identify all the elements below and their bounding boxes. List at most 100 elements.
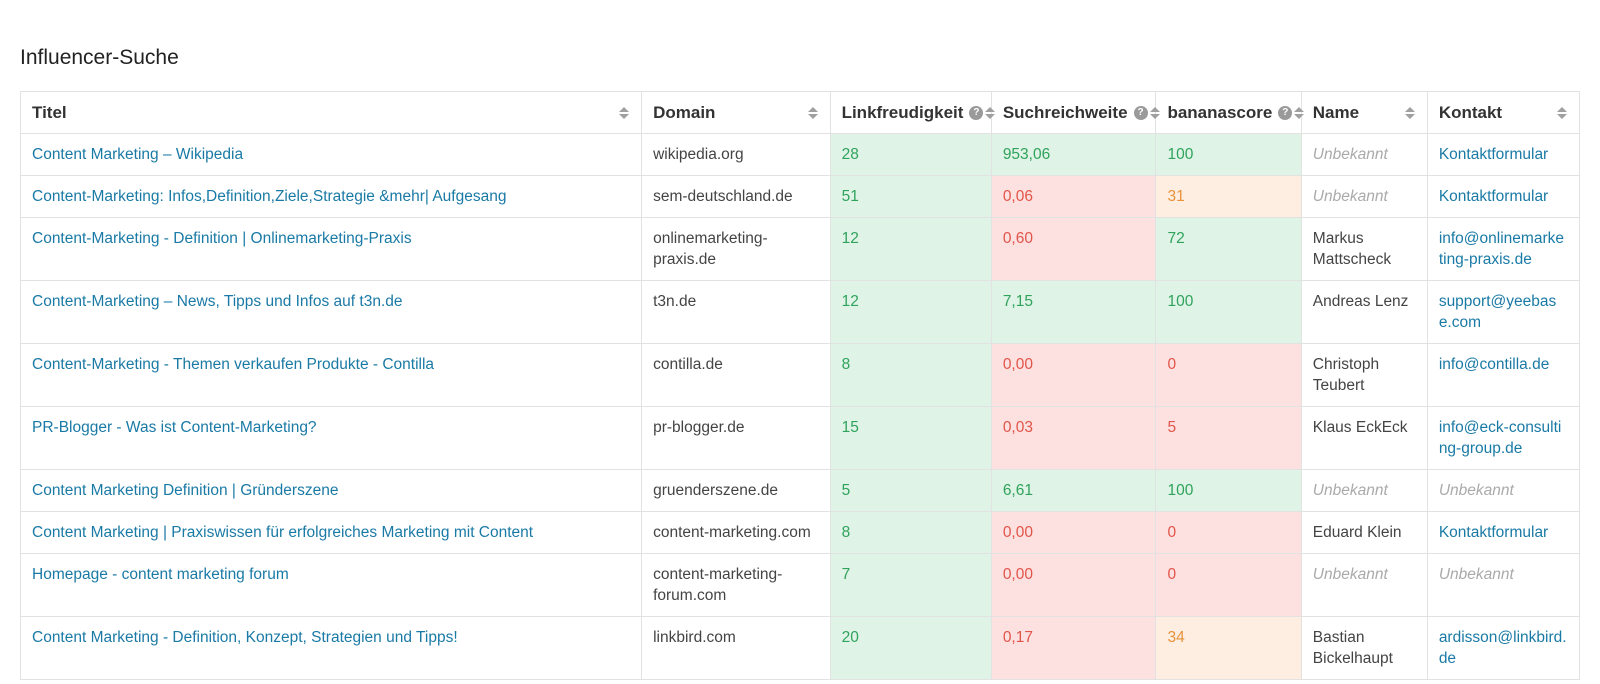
cell-name-text: Christoph Teubert bbox=[1312, 356, 1380, 394]
column-header-label: Kontakt bbox=[1438, 103, 1503, 122]
cell-linkfreudigkeit-text: 7 bbox=[841, 566, 851, 583]
header-row: Titel Domain Linkfreudigkeit? Suchreichw… bbox=[19, 91, 1581, 134]
cell-name-text: Bastian Bickelhaupt bbox=[1312, 629, 1393, 667]
cell-titel-link[interactable]: Content Marketing Definition | Gründersz… bbox=[32, 482, 338, 499]
column-header-label: Suchreichweite bbox=[1002, 103, 1128, 122]
cell-suchreichweite-text: 0,00 bbox=[1002, 566, 1033, 583]
cell-linkfreudigkeit: 51 bbox=[829, 175, 992, 218]
cell-domain: pr-blogger.de bbox=[641, 406, 831, 470]
cell-bananascore: 100 bbox=[1155, 469, 1302, 512]
cell-kontakt-link[interactable]: Kontaktformular bbox=[1439, 146, 1548, 163]
table-row: Content Marketing | Praxiswissen für erf… bbox=[19, 511, 1581, 554]
cell-linkfreudigkeit: 12 bbox=[829, 280, 992, 344]
cell-linkfreudigkeit-text: 51 bbox=[841, 188, 859, 205]
cell-suchreichweite: 0,03 bbox=[990, 406, 1157, 470]
cell-name: Klaus EckEck bbox=[1300, 406, 1428, 470]
cell-titel-link[interactable]: Homepage - content marketing forum bbox=[32, 566, 289, 583]
table-row: Content-Marketing - Themen verkaufen Pro… bbox=[19, 343, 1581, 407]
cell-domain-text: onlinemarketing-praxis.de bbox=[653, 230, 768, 268]
cell-name-text: Andreas Lenz bbox=[1312, 293, 1409, 310]
help-icon[interactable]: ? bbox=[1278, 105, 1293, 120]
cell-titel-link[interactable]: Content Marketing – Wikipedia bbox=[32, 146, 243, 163]
column-header-name[interactable]: Name bbox=[1300, 91, 1428, 134]
cell-linkfreudigkeit: 7 bbox=[829, 553, 992, 617]
cell-kontakt-link[interactable]: ardisson@linkbird.de bbox=[1439, 629, 1567, 667]
cell-bananascore: 34 bbox=[1155, 616, 1302, 680]
table-row: Content-Marketing - Definition | Onlinem… bbox=[19, 217, 1581, 281]
sort-icon[interactable] bbox=[1404, 106, 1416, 119]
cell-kontakt-link[interactable]: Kontaktformular bbox=[1439, 524, 1548, 541]
influencer-table-container: Titel Domain Linkfreudigkeit? Suchreichw… bbox=[19, 91, 1581, 680]
page-title: Influencer-Suche bbox=[20, 46, 179, 69]
column-header-linkfreudigkeit[interactable]: Linkfreudigkeit? bbox=[829, 91, 996, 134]
cell-name-text: Eduard Klein bbox=[1312, 524, 1402, 541]
cell-linkfreudigkeit-text: 15 bbox=[841, 419, 859, 436]
help-icon[interactable]: ? bbox=[969, 105, 984, 120]
cell-linkfreudigkeit: 12 bbox=[829, 217, 992, 281]
cell-titel-link[interactable]: Content Marketing - Definition, Konzept,… bbox=[32, 629, 458, 646]
cell-suchreichweite: 0,17 bbox=[990, 616, 1157, 680]
cell-kontakt-link[interactable]: info@eck-consulting-group.de bbox=[1439, 419, 1562, 457]
cell-kontakt: Kontaktformular bbox=[1426, 133, 1581, 176]
cell-suchreichweite-text: 0,00 bbox=[1002, 356, 1033, 373]
column-header-suchreichweite[interactable]: Suchreichweite? bbox=[990, 91, 1160, 134]
cell-bananascore-text: 34 bbox=[1167, 629, 1185, 646]
cell-linkfreudigkeit-text: 5 bbox=[841, 482, 851, 499]
cell-kontakt-link[interactable]: info@onlinemarketing-praxis.de bbox=[1439, 230, 1564, 268]
cell-titel: Content-Marketing - Definition | Onlinem… bbox=[19, 217, 643, 281]
cell-name-text: Unbekannt bbox=[1312, 146, 1388, 163]
table-row: PR-Blogger - Was ist Content-Marketing? p… bbox=[19, 406, 1581, 470]
column-header-label: Name bbox=[1312, 103, 1360, 122]
sort-icon[interactable] bbox=[618, 106, 630, 119]
cell-domain: wikipedia.org bbox=[641, 133, 831, 176]
table-row: Content-Marketing – News, Tipps und Info… bbox=[19, 280, 1581, 344]
cell-bananascore: 100 bbox=[1155, 280, 1302, 344]
cell-kontakt-link[interactable]: Kontaktformular bbox=[1439, 188, 1548, 205]
cell-kontakt-text: Unbekannt bbox=[1438, 566, 1514, 583]
cell-titel: Content Marketing | Praxiswissen für erf… bbox=[19, 511, 643, 554]
cell-bananascore-text: 5 bbox=[1167, 419, 1177, 436]
cell-domain: gruenderszene.de bbox=[641, 469, 831, 512]
sort-icon[interactable] bbox=[1556, 106, 1568, 119]
influencer-table: Titel Domain Linkfreudigkeit? Suchreichw… bbox=[19, 91, 1581, 680]
sort-icon[interactable] bbox=[807, 106, 819, 119]
cell-name-text: Unbekannt bbox=[1312, 482, 1388, 499]
column-header-titel[interactable]: Titel bbox=[19, 91, 643, 134]
cell-bananascore: 72 bbox=[1155, 217, 1302, 281]
cell-titel-link[interactable]: Content Marketing | Praxiswissen für erf… bbox=[32, 524, 533, 541]
cell-kontakt-link[interactable]: info@contilla.de bbox=[1439, 356, 1550, 373]
cell-bananascore-text: 31 bbox=[1167, 188, 1185, 205]
column-header-domain[interactable]: Domain bbox=[641, 91, 831, 134]
column-header-label: bananascore bbox=[1167, 103, 1273, 122]
cell-linkfreudigkeit: 20 bbox=[829, 616, 992, 680]
column-header-kontakt[interactable]: Kontakt bbox=[1426, 91, 1581, 134]
cell-titel-link[interactable]: Content-Marketing: Infos,Definition,Ziel… bbox=[32, 188, 506, 205]
column-header-bananascore[interactable]: bananascore? bbox=[1155, 91, 1305, 134]
cell-domain: contilla.de bbox=[641, 343, 831, 407]
cell-name: Unbekannt bbox=[1300, 133, 1428, 176]
cell-titel-link[interactable]: Content-Marketing – News, Tipps und Info… bbox=[32, 293, 403, 310]
cell-name: Unbekannt bbox=[1300, 175, 1428, 218]
cell-domain: content-marketing-forum.com bbox=[641, 553, 831, 617]
cell-linkfreudigkeit-text: 12 bbox=[841, 293, 859, 310]
cell-domain-text: linkbird.com bbox=[653, 629, 736, 646]
cell-bananascore: 0 bbox=[1155, 343, 1302, 407]
cell-titel-link[interactable]: PR-Blogger - Was ist Content-Marketing? bbox=[32, 419, 317, 436]
table-row: Content Marketing - Definition, Konzept,… bbox=[19, 616, 1581, 680]
cell-kontakt-link[interactable]: support@yeebase.com bbox=[1439, 293, 1556, 331]
cell-titel-link[interactable]: Content-Marketing - Definition | Onlinem… bbox=[32, 230, 412, 247]
cell-kontakt: support@yeebase.com bbox=[1426, 280, 1581, 344]
cell-suchreichweite: 7,15 bbox=[990, 280, 1157, 344]
cell-kontakt: info@eck-consulting-group.de bbox=[1426, 406, 1581, 470]
cell-suchreichweite-text: 0,06 bbox=[1002, 188, 1033, 205]
cell-titel: Homepage - content marketing forum bbox=[19, 553, 643, 617]
cell-name: Eduard Klein bbox=[1300, 511, 1428, 554]
cell-kontakt: info@onlinemarketing-praxis.de bbox=[1426, 217, 1581, 281]
help-icon[interactable]: ? bbox=[1133, 105, 1148, 120]
cell-domain-text: content-marketing-forum.com bbox=[653, 566, 783, 604]
cell-name-text: Klaus EckEck bbox=[1312, 419, 1408, 436]
cell-name-text: Unbekannt bbox=[1312, 566, 1388, 583]
cell-suchreichweite-text: 0,17 bbox=[1002, 629, 1033, 646]
cell-titel: Content Marketing - Definition, Konzept,… bbox=[19, 616, 643, 680]
cell-titel-link[interactable]: Content-Marketing - Themen verkaufen Pro… bbox=[32, 356, 434, 373]
